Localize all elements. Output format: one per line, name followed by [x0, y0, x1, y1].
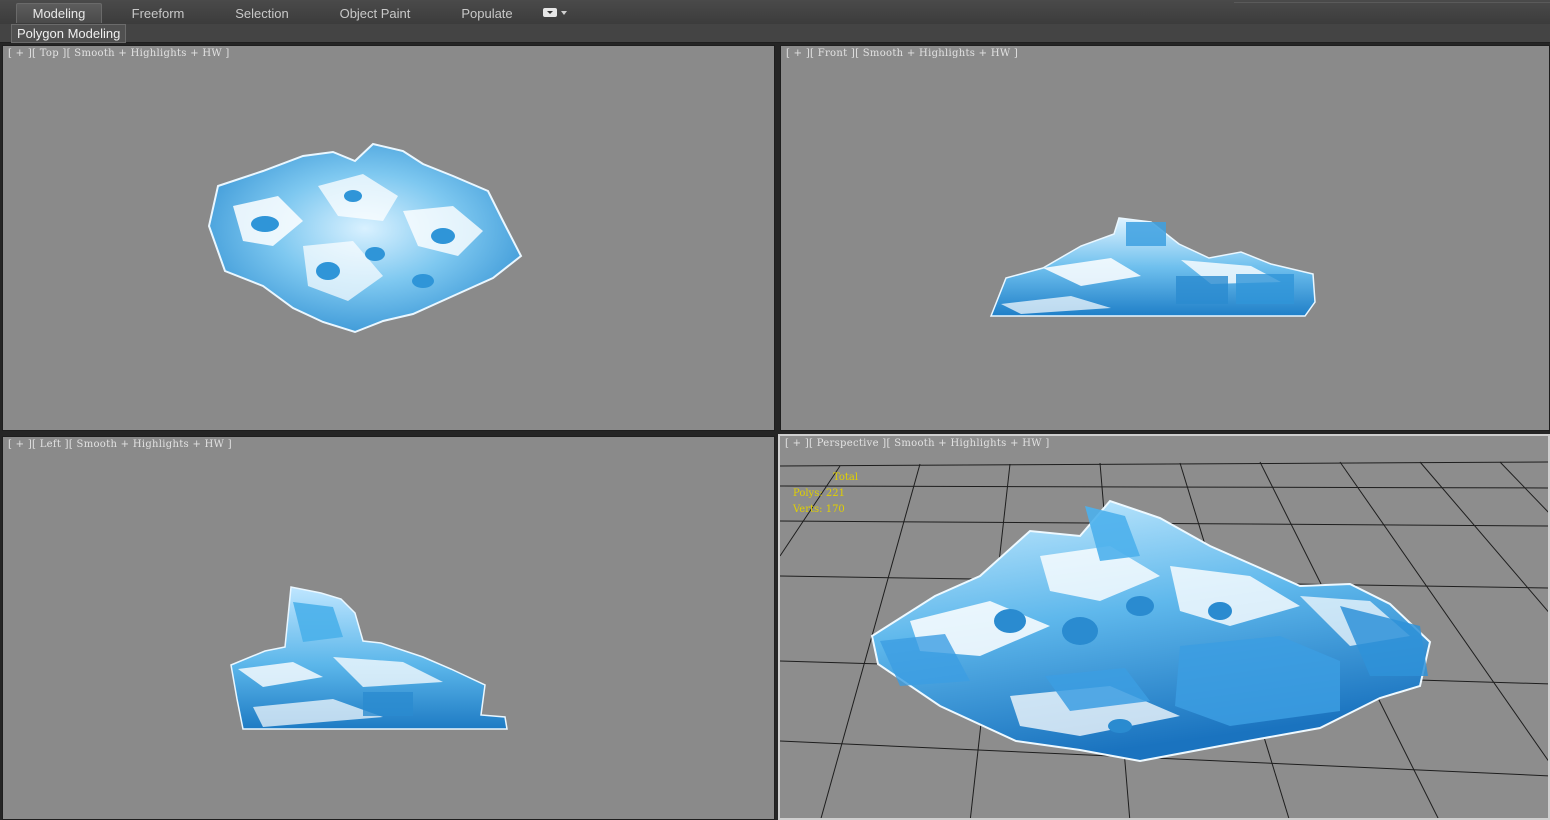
ribbon-options-icon: [543, 8, 557, 17]
tab-populate[interactable]: Populate: [450, 4, 524, 23]
viewport-label-perspective[interactable]: [ + ][ Perspective ][ Smooth + Highlight…: [785, 438, 1050, 449]
ice-rock-top-view: [207, 142, 523, 334]
stats-total-label: Total: [833, 472, 859, 483]
tab-modeling[interactable]: Modeling: [16, 3, 102, 23]
viewport-statistics: Total Polys: 221 Verts: 170: [793, 470, 858, 518]
stats-polys: Polys: 221: [793, 488, 845, 499]
perspective-grid-and-ice-rock: [780, 461, 1548, 818]
chevron-down-icon: [561, 11, 567, 15]
ice-rock-left-view: [230, 586, 508, 730]
stats-verts: Verts: 170: [793, 504, 845, 515]
ribbon-options-button[interactable]: [543, 6, 569, 20]
tab-selection[interactable]: Selection: [224, 4, 300, 23]
viewport-label-front[interactable]: [ + ][ Front ][ Smooth + Highlights + HW…: [786, 48, 1018, 59]
ribbon-tab-bar: Modeling Freeform Selection Object Paint…: [0, 0, 1550, 25]
viewport-label-top[interactable]: [ + ][ Top ][ Smooth + Highlights + HW ]: [8, 48, 230, 59]
ribbon-divider: [1234, 2, 1550, 3]
tab-freeform[interactable]: Freeform: [120, 4, 196, 23]
ribbon-panel-bar: Polygon Modeling: [0, 24, 1550, 43]
viewport-label-left[interactable]: [ + ][ Left ][ Smooth + Highlights + HW …: [8, 439, 232, 450]
max-window: Modeling Freeform Selection Object Paint…: [0, 0, 1550, 820]
viewport-perspective[interactable]: [ + ][ Perspective ][ Smooth + Highlight…: [778, 434, 1550, 820]
polygon-modeling-panel-button[interactable]: Polygon Modeling: [11, 24, 127, 43]
tab-object-paint[interactable]: Object Paint: [330, 4, 420, 23]
viewport-left[interactable]: [ + ][ Left ][ Smooth + Highlights + HW …: [2, 436, 775, 820]
viewport-top[interactable]: [ + ][ Top ][ Smooth + Highlights + HW ]: [2, 45, 775, 431]
ice-rock-front-view: [989, 217, 1316, 317]
viewport-front[interactable]: [ + ][ Front ][ Smooth + Highlights + HW…: [780, 45, 1550, 431]
